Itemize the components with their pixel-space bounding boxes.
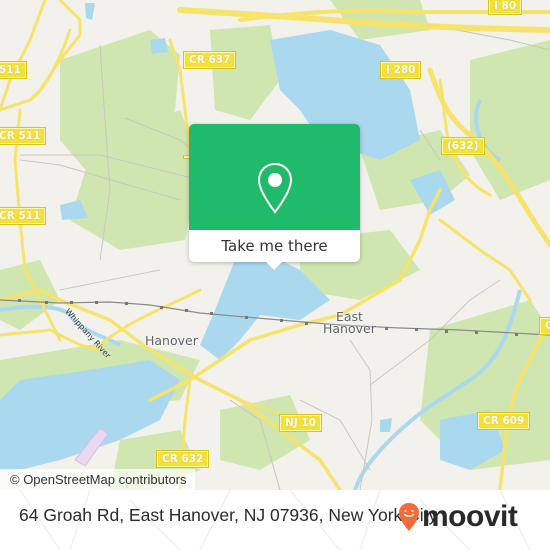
map-pin-icon xyxy=(257,162,293,214)
take-me-there-button[interactable]: Take me there xyxy=(189,230,360,262)
map-attribution[interactable]: © OpenStreetMap contributors xyxy=(0,469,195,490)
road-shield-cr511: CR 511 xyxy=(0,128,46,144)
moovit-wordmark: moovit xyxy=(422,500,518,533)
road-shield-partial: C xyxy=(540,318,550,334)
moovit-logo[interactable]: moovit xyxy=(398,499,518,535)
popup-pointer xyxy=(265,261,283,270)
road-shield-cr609: CR 609 xyxy=(478,413,530,429)
road-shield-cr511: 511 xyxy=(0,62,26,78)
road-shield-i280: I 280 xyxy=(381,62,421,78)
map-view[interactable]: 511 CR 511 CR 511 CR 637 I 280 I 80 (632… xyxy=(0,0,550,490)
road-shield-cr511: CR 511 xyxy=(0,208,46,224)
footer: 64 Groah Rd, East Hanover, NJ 07936, New… xyxy=(0,490,550,550)
moovit-pin-icon xyxy=(399,503,419,531)
place-label-hanover: Hanover xyxy=(145,333,198,348)
road-shield-cr632: CR 632 xyxy=(157,451,209,467)
road-shield-nj10: NJ 10 xyxy=(280,415,321,431)
place-label-east-hanover: East Hanover xyxy=(323,309,376,336)
location-popup[interactable]: Take me there xyxy=(189,124,360,270)
road-shield-cr637: CR 637 xyxy=(184,52,236,68)
road-shield-i80: I 80 xyxy=(489,0,522,14)
road-shield-632: (632) xyxy=(442,138,484,154)
address-text: 64 Groah Rd, East Hanover, NJ 07936, New… xyxy=(19,505,438,525)
popup-header xyxy=(189,124,360,230)
